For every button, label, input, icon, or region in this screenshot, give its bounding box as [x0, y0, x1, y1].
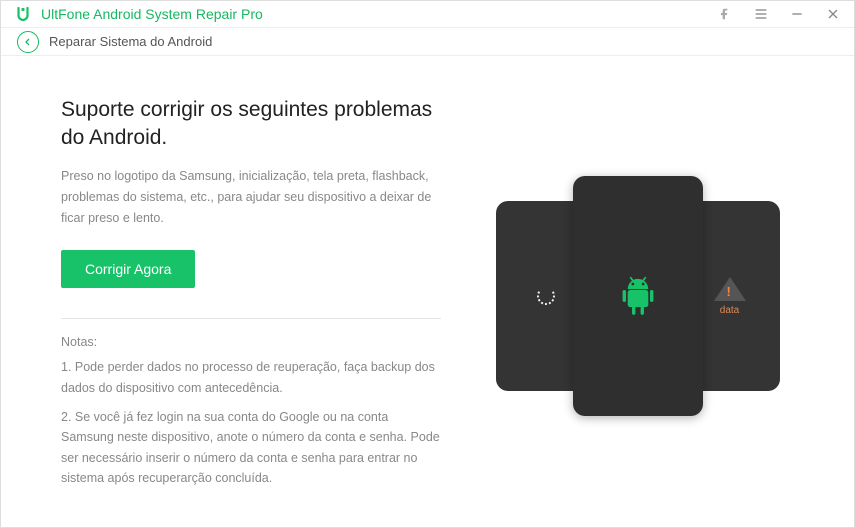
sub-header: Reparar Sistema do Android: [1, 28, 854, 55]
right-column: data: [461, 96, 814, 497]
divider: [61, 318, 441, 319]
warning-triangle-icon: [714, 277, 746, 301]
loading-spinner-icon: [537, 287, 555, 305]
android-robot-icon: [617, 272, 659, 320]
back-button[interactable]: [17, 31, 39, 53]
note-item: 2. Se você já fez login na sua conta do …: [61, 407, 441, 490]
app-window: UltFone Android System Repair Pro Repara…: [0, 0, 855, 528]
app-logo-icon: [13, 4, 33, 24]
phone-center: [573, 176, 703, 416]
app-title: UltFone Android System Repair Pro: [41, 6, 263, 22]
left-column: Suporte corrigir os seguintes problemas …: [61, 96, 461, 497]
note-item: 1. Pode perder dados no processo de reup…: [61, 357, 441, 398]
content-area: Suporte corrigir os seguintes problemas …: [1, 56, 854, 527]
minimize-icon[interactable]: [788, 5, 806, 23]
phone-illustration: data: [488, 166, 788, 426]
breadcrumb-title: Reparar Sistema do Android: [49, 34, 212, 49]
notes-label: Notas:: [61, 335, 441, 349]
close-icon[interactable]: [824, 5, 842, 23]
page-headline: Suporte corrigir os seguintes problemas …: [61, 96, 441, 153]
facebook-icon[interactable]: [716, 5, 734, 23]
page-description: Preso no logotipo da Samsung, inicializa…: [61, 166, 441, 228]
phone-right-content: data: [714, 277, 746, 316]
menu-icon[interactable]: [752, 5, 770, 23]
fix-now-button[interactable]: Corrigir Agora: [61, 250, 195, 288]
titlebar: UltFone Android System Repair Pro: [1, 1, 854, 28]
title-controls: [716, 5, 842, 23]
phone-right-caption: data: [720, 305, 739, 316]
